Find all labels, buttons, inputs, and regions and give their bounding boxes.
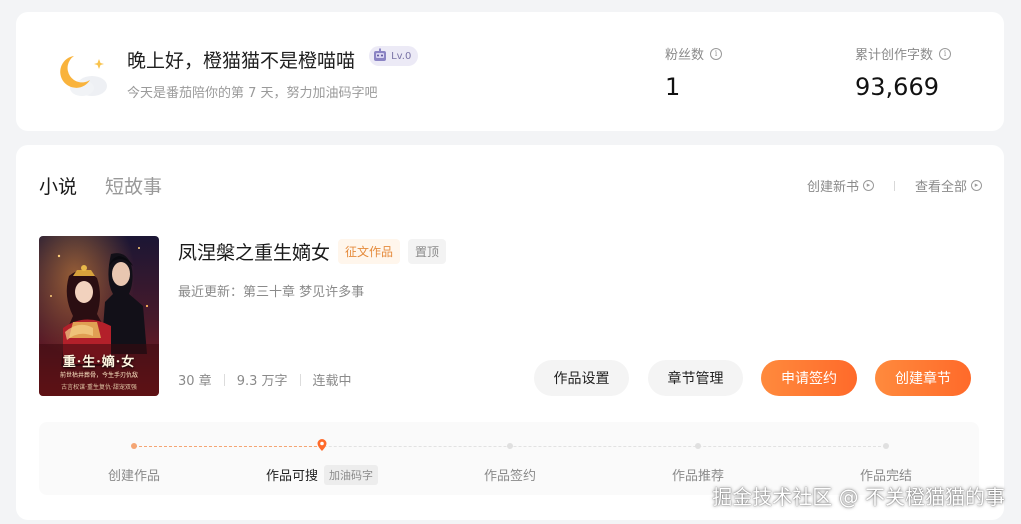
create-book-link[interactable]: 创建新书 ▸ [807,176,874,195]
pinned-tag: 置顶 [408,239,447,264]
step-label: 作品签约 [483,469,536,484]
apply-sign-button[interactable]: 申请签约 [761,360,857,396]
level-badge[interactable]: Lv.0 [369,46,419,66]
greeting-text: 晚上好，橙猫猫不是橙喵喵 [127,50,356,72]
create-chapter-button[interactable]: 创建章节 [875,360,971,396]
progress-fill [134,446,322,447]
work-settings-button[interactable]: 作品设置 [534,360,629,396]
book-title[interactable]: 凤涅槃之重生嫡女 [178,238,330,265]
chevron-right-icon: ▸ [971,180,982,191]
serial-status: 连载中 [312,374,352,389]
greeting-subtitle: 今天是番茄陪你的第 7 天，努力加油码字吧 [127,86,378,101]
stat-words-value: 93,669 [855,73,939,101]
stat-fans-value: 1 [665,73,681,101]
watermark: 掘金技术社区 @ 不关橙猫猫的事 [712,485,1005,509]
stat-fans-label: 粉丝数 [665,48,705,63]
view-all-link[interactable]: 查看全部 ▸ [915,176,982,195]
step-dot [507,443,513,449]
location-pin-icon [317,439,327,451]
step-dot [883,443,889,449]
top-links: 创建新书 ▸ 查看全部 ▸ [807,176,982,195]
step-dot [131,443,137,449]
chevron-right-icon: ▸ [862,180,874,191]
level-text: Lv.0 [391,50,412,62]
welcome-card: 晚上好，橙猫猫不是橙喵喵 Lv.0 今天是番茄陪你的第 7 天，努力加油码字吧 … [16,12,1004,131]
level-robot-icon [374,48,387,61]
cover-subtitle-2: 古言权谋·重生复仇·甜宠双强 [61,384,137,391]
chapter-manage-button[interactable]: 章节管理 [648,360,743,396]
works-tabs: 小说 短故事 [39,172,162,199]
book-meta: 30 章 9.3 万字 连载中 [178,370,352,389]
greeting-line: 晚上好，橙猫猫不是橙喵喵 Lv.0 [127,46,419,73]
step-label: 作品可搜 [265,469,318,484]
chapter-count: 30 章 [178,374,212,389]
info-icon[interactable]: i [710,47,723,60]
step-label: 创建作品 [107,469,160,484]
works-card: 小说 短故事 创建新书 ▸ 查看全部 ▸ 重·生·嫡·女 前世枯井葬骨，今生手刃… [16,145,1004,520]
cover-subtitle: 前世枯井葬骨，今生手刃仇敌 [59,372,138,379]
stat-fans: 粉丝数 i 1 [665,44,723,101]
cover-title: 重·生·嫡·女 [62,355,136,370]
latest-update: 最近更新：第三十章 梦见许多事 [178,285,365,300]
view-all-label: 查看全部 [914,180,967,195]
contest-tag: 征文作品 [338,239,401,264]
stat-total-words: 累计创作字数 i 93,669 [855,44,952,101]
book-cover[interactable]: 重·生·嫡·女 前世枯井葬骨，今生手刃仇敌 古言权谋·重生复仇·甜宠双强 [39,236,159,396]
stat-words-label: 累计创作字数 [855,48,934,63]
tab-short-story[interactable]: 短故事 [105,172,162,199]
word-count: 9.3 万字 [236,374,288,389]
tab-novel[interactable]: 小说 [39,172,77,199]
divider [893,180,895,191]
book-title-row: 凤涅槃之重生嫡女 征文作品 置顶 [178,238,447,265]
create-book-label: 创建新书 [806,180,859,195]
step-badge: 加油码字 [324,465,378,485]
moon-cloud-icon [52,50,112,100]
divider [299,373,301,386]
step-dot [695,443,701,449]
info-icon[interactable]: i [939,47,952,60]
divider [223,373,225,386]
